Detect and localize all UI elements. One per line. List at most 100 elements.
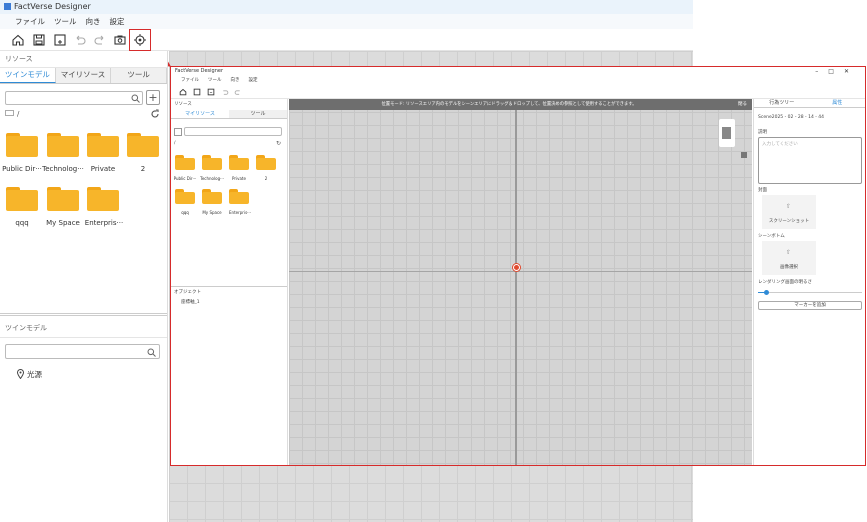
save-as-icon[interactable] [53,33,67,47]
inner-toolbar [171,85,865,99]
banner-close-button[interactable]: 閉る [738,99,747,110]
inner-redo-icon[interactable] [234,88,242,96]
light-pin-icon [17,369,24,379]
inner-folder-label: Technolog··· [200,176,224,181]
object-header: オブジェクト [174,290,201,295]
folder-label: 2 [140,165,146,173]
add-marker-button[interactable]: マーカーを追加 [758,301,862,310]
inner-filter-icon[interactable] [174,128,182,136]
inner-folder-enterprise[interactable] [229,189,249,204]
scene-name[interactable]: Scene2025 - 02 - 28 - 14 - 44 [758,115,824,120]
description-placeholder: 入力してください [762,142,798,147]
folder-private[interactable] [87,133,119,157]
screenshot-icon[interactable] [113,33,127,47]
inner-splitter[interactable] [171,286,287,287]
tab-tools[interactable]: ツール [111,68,168,83]
inner-folder-label: My Space [202,210,222,215]
inner-breadcrumb: / [174,141,176,146]
inner-folder-private[interactable] [229,155,249,170]
breadcrumb: / [5,110,19,118]
folder-label: Enterpris··· [84,219,124,227]
inner-folder-2[interactable] [256,155,276,170]
save-icon[interactable] [32,33,46,47]
toolbar [0,29,693,51]
inner-folder-my-space[interactable] [202,189,222,204]
inner-menu-file[interactable]: ファイル [181,76,199,85]
folder-public-dir[interactable] [6,133,38,157]
menu-orientation[interactable]: 向き [86,14,101,29]
upload-icon: ⇧ [786,203,792,210]
twin-search-input[interactable] [5,344,160,359]
folder-enterprise[interactable] [87,187,119,211]
folder-outline-icon [5,110,14,116]
origin-marker-icon[interactable] [513,264,520,271]
resource-search-input[interactable] [5,91,143,105]
add-resource-button[interactable]: + [146,90,160,105]
inner-save-icon[interactable] [193,88,201,96]
view-cube-avatar-icon [722,127,731,139]
inner-folder-label: qqq [181,210,189,215]
undo-icon[interactable] [73,33,87,47]
screenshot-button[interactable]: ⇧ スクリーンショット [762,195,816,229]
inner-menu-tools[interactable]: ツール [208,76,222,85]
position-mode-icon [133,33,147,47]
menu-bar: ファイル ツール 向き 設定 [0,14,693,29]
view-control-icon[interactable] [741,152,747,158]
tab-behavior-tree[interactable]: 行為ツリー [754,99,810,107]
thumbnail-label: シーンボトム [758,234,785,239]
menu-tools[interactable]: ツール [54,14,77,29]
search-icon [147,348,156,357]
home-icon[interactable] [11,33,25,47]
inner-folder-technology[interactable] [202,155,222,170]
resource-tabs: ツインモデル マイリソース ツール [0,68,168,84]
folder-2[interactable] [127,133,159,157]
screenshot-label: スクリーンショット [768,219,810,224]
inner-folder-qqq[interactable] [175,189,195,204]
tab-my-resource[interactable]: マイリソース [56,68,112,83]
folder-my-space[interactable] [47,187,79,211]
object-item-axis[interactable]: 座標軸_1 [181,299,200,305]
title-bar: FactVerse Designer [0,0,693,14]
inner-tab-my-resource[interactable]: マイリソース [171,110,229,118]
panel-splitter[interactable] [0,313,167,316]
panel-header: リソース [0,51,167,68]
inner-search-input[interactable] [184,127,282,136]
inner-home-icon[interactable] [179,88,187,96]
refresh-icon[interactable] [150,109,160,119]
banner-text: 位置モード: リソースエリア内のモデルをシーンエリアにドラッグ＆ドロップして、位… [381,102,637,107]
axis-line-horizontal [289,271,752,272]
render-brightness-label: レンダリング画面の明るさ [758,280,812,285]
tab-attributes[interactable]: 属性 [809,99,865,107]
upload-icon: ⇧ [786,249,792,256]
folder-technology[interactable] [47,133,79,157]
menu-file[interactable]: ファイル [15,14,45,29]
twin-item-light[interactable]: 光源 [17,369,42,380]
folder-label: qqq [15,219,29,227]
brightness-slider-handle[interactable] [764,290,770,295]
inner-menu-orientation[interactable]: 向き [231,76,240,85]
inner-menu-settings[interactable]: 設定 [249,76,258,85]
description-textarea[interactable]: 入力してください [758,137,862,184]
view-cube[interactable] [719,119,735,147]
menu-settings[interactable]: 設定 [110,14,125,29]
inner-tab-tools[interactable]: ツール [229,110,287,118]
twin-item-label: 光源 [27,370,42,379]
position-mode-button[interactable] [129,29,151,51]
inner-undo-icon[interactable] [221,88,229,96]
inner-resource-tabs: マイリソース ツール [171,110,287,119]
window-controls[interactable]: –□✕ [815,67,859,76]
embedded-screenshot: FactVerse Designer –□✕ ファイル ツール 向き 設定 リソース … [170,66,866,466]
path-root: / [17,110,20,118]
cover-label: 封面 [758,188,767,193]
twin-panel-header: ツインモデル [0,319,167,338]
inner-folder-label: Private [232,176,246,181]
tab-twin-model[interactable]: ツインモデル [0,68,56,83]
redo-icon[interactable] [93,33,107,47]
folder-qqq[interactable] [6,187,38,211]
inner-refresh-icon[interactable]: ↻ [276,140,281,147]
inner-save-as-icon[interactable] [207,88,215,96]
inner-scene-viewport[interactable]: 位置モード: リソースエリア内のモデルをシーンエリアにドラッグ＆ドロップして、位… [289,99,752,465]
inner-folder-public-dir[interactable] [175,155,195,170]
brightness-slider[interactable] [758,290,862,295]
select-image-button[interactable]: ⇧ 画像選択 [762,241,816,275]
